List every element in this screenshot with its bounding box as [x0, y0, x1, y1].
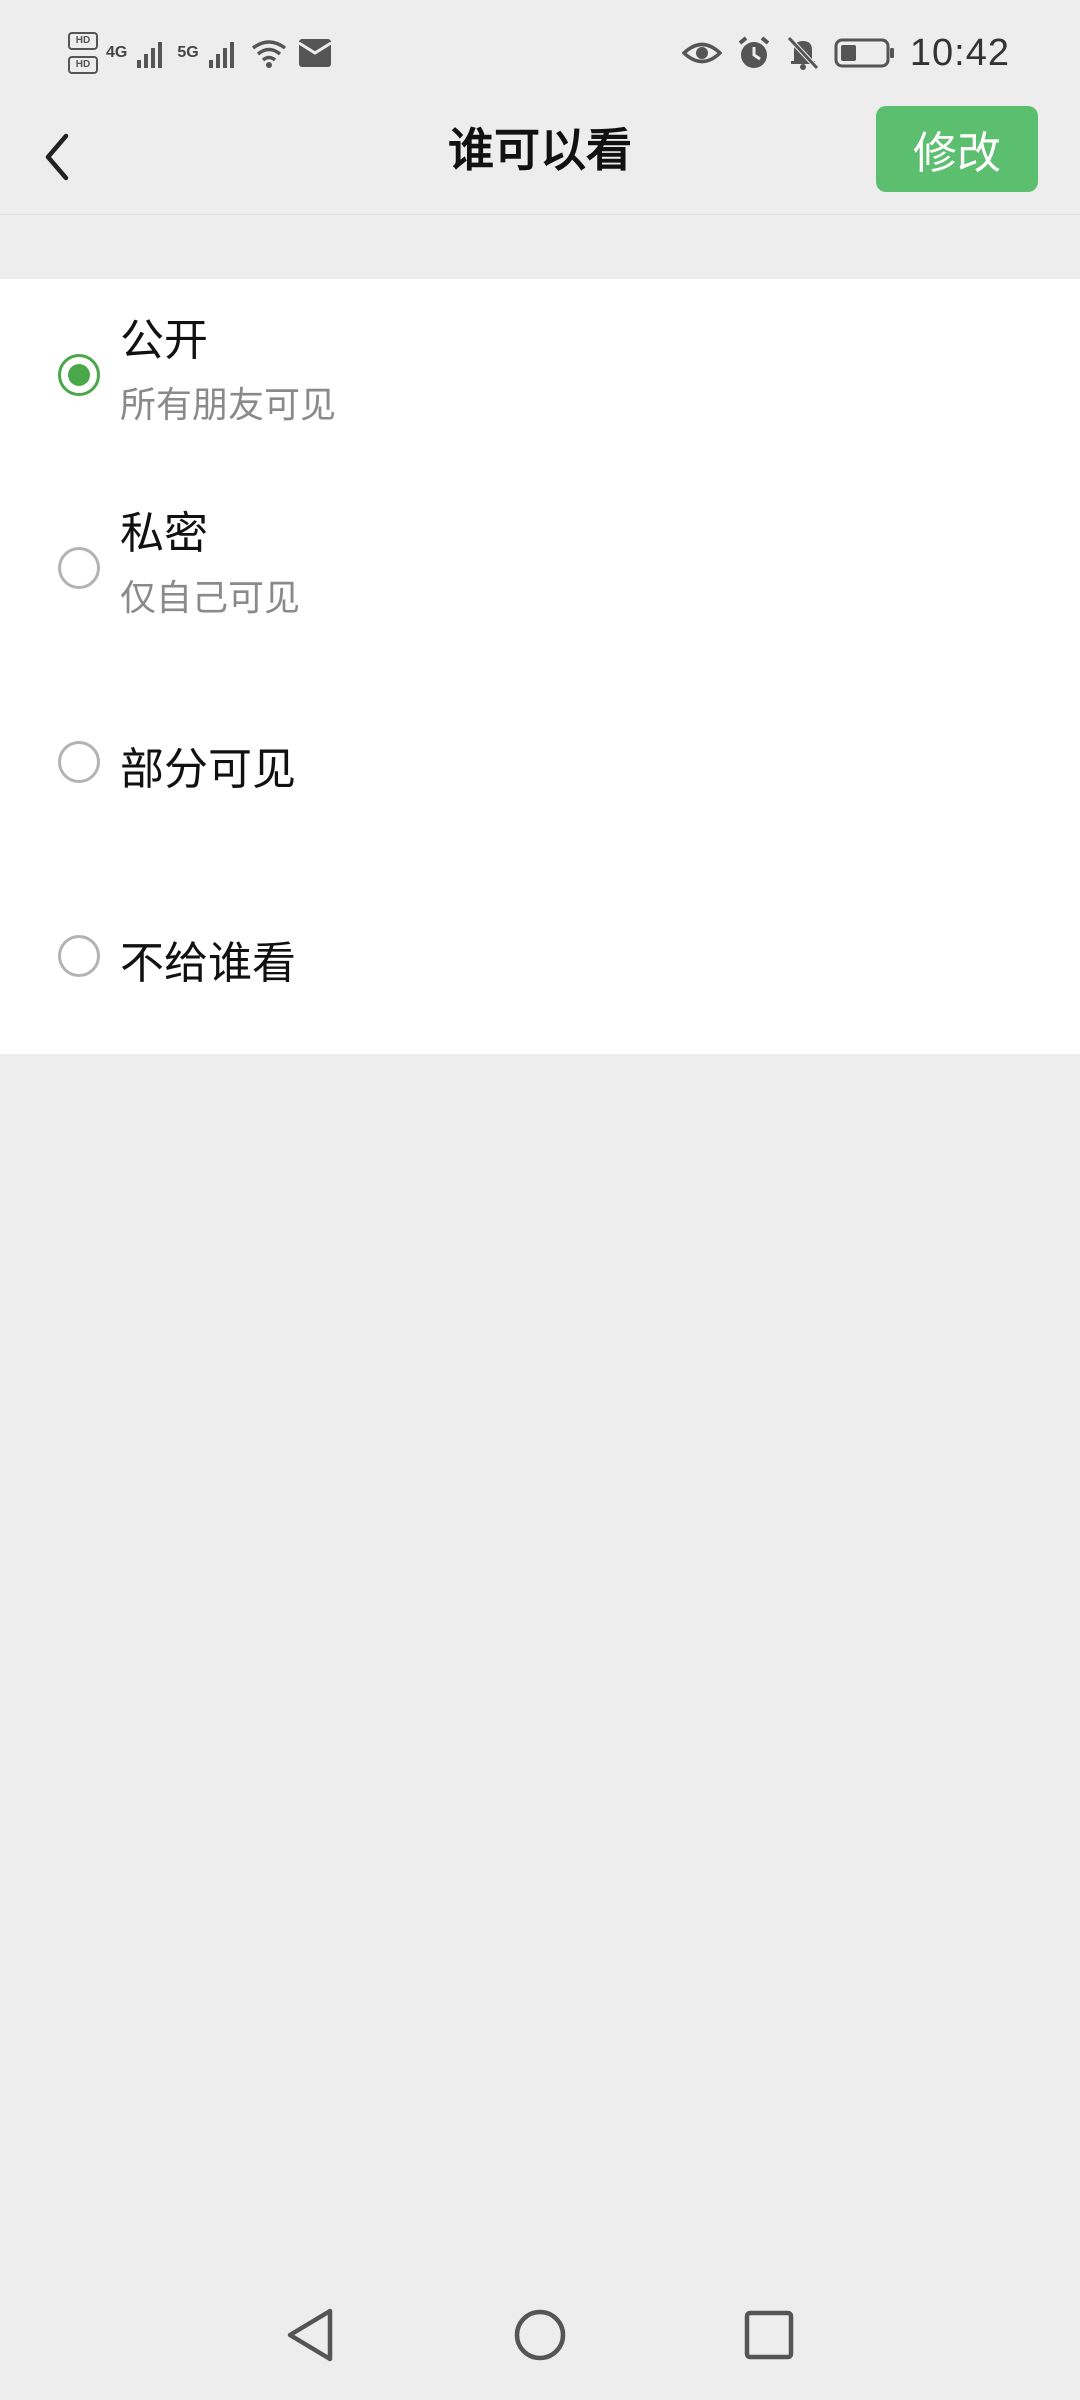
home-circle-icon — [514, 2309, 566, 2361]
back-triangle-icon — [287, 2308, 333, 2362]
signal-icon — [208, 42, 234, 68]
radio-unchecked-icon[interactable] — [58, 547, 100, 589]
radio-unchecked-icon[interactable] — [58, 741, 100, 783]
alarm-icon — [738, 36, 770, 68]
hd-icon: HD — [68, 56, 98, 74]
wifi-icon — [251, 40, 286, 68]
option-public[interactable]: 公开 所有朋友可见 — [0, 279, 1080, 472]
visibility-options-list: 公开 所有朋友可见 私密 仅自己可见 部分可见 不给谁看 — [0, 279, 1080, 1054]
option-partial[interactable]: 部分可见 — [0, 665, 1080, 858]
option-private[interactable]: 私密 仅自己可见 — [0, 472, 1080, 665]
option-title: 部分可见 — [120, 744, 296, 795]
option-subtitle: 仅自己可见 — [120, 578, 301, 619]
nav-back-button[interactable] — [265, 2290, 355, 2380]
signal-icon — [137, 42, 163, 68]
network-5g-label: 5G — [177, 44, 199, 61]
hd-icon: HD — [68, 32, 98, 50]
radio-checked-icon[interactable] — [58, 354, 100, 396]
status-time: 10:42 — [909, 31, 1010, 74]
option-title: 不给谁看 — [120, 938, 296, 989]
status-bar: HD HD 4G 5G 10:42 — [0, 0, 1080, 100]
option-subtitle: 所有朋友可见 — [120, 385, 337, 426]
system-nav-bar — [0, 2270, 1080, 2400]
status-right: 10:42 — [681, 28, 1010, 78]
battery-icon — [834, 38, 894, 68]
network-4g-label: 4G — [106, 44, 128, 61]
status-left: HD HD 4G 5G — [68, 28, 333, 78]
edit-button[interactable]: 修改 — [876, 106, 1038, 192]
recents-square-icon — [744, 2310, 794, 2360]
nav-recents-button[interactable] — [724, 2290, 814, 2380]
hd-icons: HD HD — [68, 32, 98, 74]
option-title: 公开 — [120, 315, 208, 366]
eye-icon — [681, 42, 722, 64]
radio-unchecked-icon[interactable] — [58, 935, 100, 977]
notification-envelope-icon — [297, 39, 332, 67]
nav-home-button[interactable] — [495, 2290, 585, 2380]
top-bar: 谁可以看 修改 — [0, 100, 1080, 215]
option-title: 私密 — [120, 508, 208, 559]
mute-icon — [787, 36, 819, 70]
option-exclude[interactable]: 不给谁看 — [0, 859, 1080, 1052]
